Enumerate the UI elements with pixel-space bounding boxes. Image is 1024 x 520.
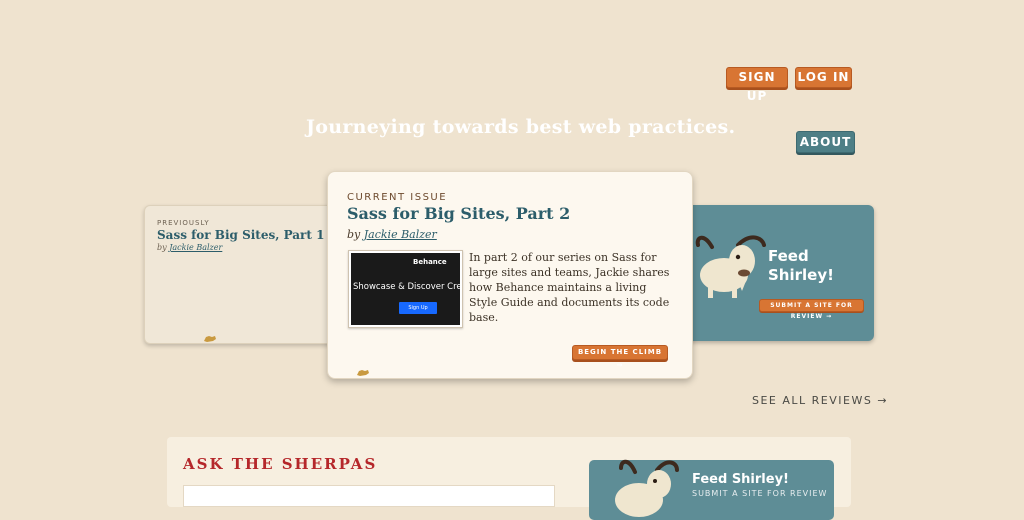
previous-eyebrow: PREVIOUSLY xyxy=(157,219,210,227)
goat-small-icon xyxy=(356,368,370,377)
feed-title-line2: Shirley! xyxy=(768,266,834,284)
previous-author-link[interactable]: Jackie Balzer xyxy=(169,243,222,252)
goat-small-icon xyxy=(203,334,217,343)
current-author-link[interactable]: Jackie Balzer xyxy=(364,228,437,241)
ask-sherpas-section: ASK THE SHERPAS Feed Shirley! SUBMIT A S… xyxy=(167,437,851,520)
current-issue-card: CURRENT ISSUE Sass for Big Sites, Part 2… xyxy=(327,171,693,379)
current-byline: by Jackie Balzer xyxy=(347,228,437,241)
thumbnail-headline: Showcase & Discover Crea xyxy=(353,282,460,292)
current-eyebrow: CURRENT ISSUE xyxy=(347,192,448,203)
about-button[interactable]: ABOUT xyxy=(796,131,855,153)
article-thumbnail[interactable]: Behance Showcase & Discover Crea Sign Up xyxy=(348,250,463,328)
sign-up-button[interactable]: SIGN UP xyxy=(726,67,788,103)
previous-byline: by Jackie Balzer xyxy=(157,243,222,252)
feed-shirley-card[interactable]: Feed Shirley! SUBMIT A SITE FOR REVIEW → xyxy=(680,205,874,341)
page-scrollbar[interactable] xyxy=(1018,0,1024,499)
goat-mascot-icon xyxy=(695,235,766,298)
begin-climb-button[interactable]: BEGIN THE CLIMB → xyxy=(572,345,668,369)
question-input[interactable] xyxy=(183,485,555,507)
feed-banner-title: Feed Shirley! xyxy=(692,472,789,487)
feed-shirley-title: Feed Shirley! xyxy=(768,247,834,285)
goat-mascot-icon xyxy=(615,459,679,517)
thumbnail-brand: Behance xyxy=(413,258,447,266)
see-all-reviews-link[interactable]: SEE ALL REVIEWS → xyxy=(752,394,888,407)
previous-title-link[interactable]: Sass for Big Sites, Part 1 xyxy=(157,228,324,242)
site-tagline: Journeying towards best web practices. xyxy=(306,116,736,138)
current-title-link[interactable]: Sass for Big Sites, Part 2 xyxy=(347,204,570,223)
feed-banner-subtitle: SUBMIT A SITE FOR REVIEW xyxy=(692,489,828,498)
submit-site-button[interactable]: SUBMIT A SITE FOR REVIEW → xyxy=(759,299,864,320)
feed-shirley-banner[interactable]: Feed Shirley! SUBMIT A SITE FOR REVIEW xyxy=(589,459,834,520)
ask-sherpas-heading: ASK THE SHERPAS xyxy=(183,455,378,473)
previous-by-label: by xyxy=(157,243,167,252)
previous-issue-card[interactable]: PREVIOUSLY Sass for Big Sites, Part 1 by… xyxy=(144,205,346,344)
log-in-button[interactable]: LOG IN xyxy=(795,67,852,88)
feed-title-line1: Feed xyxy=(768,247,809,265)
thumbnail-signup-button: Sign Up xyxy=(399,302,437,314)
current-excerpt: In part 2 of our series on Sass for larg… xyxy=(469,251,670,324)
current-by-label: by xyxy=(347,228,361,241)
thumbnail-screenshot: Behance Showcase & Discover Crea Sign Up xyxy=(351,253,460,325)
